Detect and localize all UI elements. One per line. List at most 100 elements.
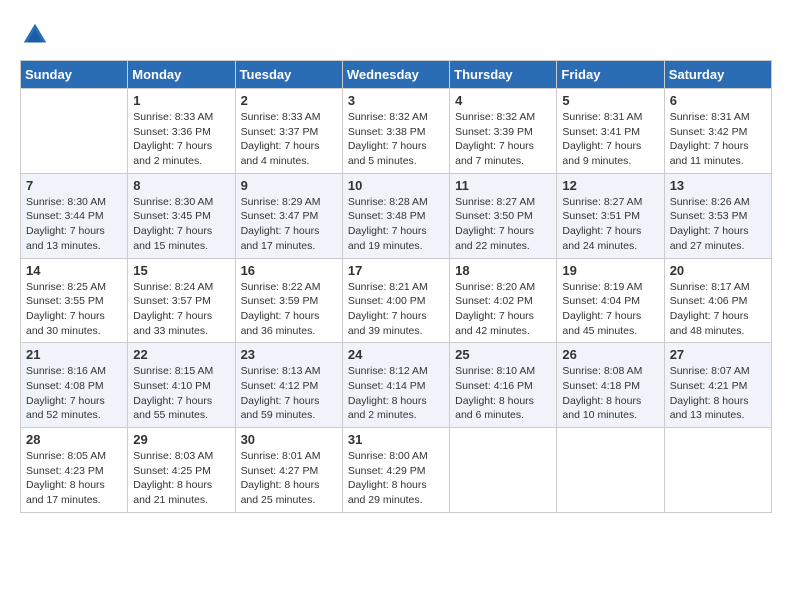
day-number: 14 [26,263,122,278]
day-info: Sunrise: 8:32 AM Sunset: 3:38 PM Dayligh… [348,110,444,169]
day-cell: 31 Sunrise: 8:00 AM Sunset: 4:29 PM Dayli… [342,428,449,513]
day-info: Sunrise: 8:10 AM Sunset: 4:16 PM Dayligh… [455,364,551,423]
day-cell: 9 Sunrise: 8:29 AM Sunset: 3:47 PM Daylig… [235,173,342,258]
day-info: Sunrise: 8:01 AM Sunset: 4:27 PM Dayligh… [241,449,337,508]
day-info: Sunrise: 8:28 AM Sunset: 3:48 PM Dayligh… [348,195,444,254]
day-info: Sunrise: 8:31 AM Sunset: 3:41 PM Dayligh… [562,110,658,169]
day-info: Sunrise: 8:20 AM Sunset: 4:02 PM Dayligh… [455,280,551,339]
day-number: 22 [133,347,229,362]
day-cell: 14Sunrise: 8:25 AM Sunset: 3:55 PM Dayli… [21,258,128,343]
day-info: Sunrise: 8:00 AM Sunset: 4:29 PM Dayligh… [348,449,444,508]
day-cell: 18 Sunrise: 8:20 AM Sunset: 4:02 PM Dayli… [450,258,557,343]
day-info: Sunrise: 8:27 AM Sunset: 3:50 PM Dayligh… [455,195,551,254]
logo [20,20,54,50]
day-cell: 17 Sunrise: 8:21 AM Sunset: 4:00 PM Dayli… [342,258,449,343]
day-number: 27 [670,347,766,362]
column-header-monday: Monday [128,61,235,89]
day-cell: 29 Sunrise: 8:03 AM Sunset: 4:25 PM Dayli… [128,428,235,513]
day-info: Sunrise: 8:33 AM Sunset: 3:37 PM Dayligh… [241,110,337,169]
day-number: 13 [670,178,766,193]
day-number: 1 [133,93,229,108]
day-info: Sunrise: 8:05 AM Sunset: 4:23 PM Dayligh… [26,449,122,508]
day-number: 11 [455,178,551,193]
column-header-sunday: Sunday [21,61,128,89]
day-cell: 13 Sunrise: 8:26 AM Sunset: 3:53 PM Dayli… [664,173,771,258]
day-number: 6 [670,93,766,108]
day-info: Sunrise: 8:24 AM Sunset: 3:57 PM Dayligh… [133,280,229,339]
day-number: 8 [133,178,229,193]
column-header-saturday: Saturday [664,61,771,89]
day-number: 21 [26,347,122,362]
day-info: Sunrise: 8:26 AM Sunset: 3:53 PM Dayligh… [670,195,766,254]
day-cell: 10 Sunrise: 8:28 AM Sunset: 3:48 PM Dayli… [342,173,449,258]
day-info: Sunrise: 8:15 AM Sunset: 4:10 PM Dayligh… [133,364,229,423]
day-cell: 7 Sunrise: 8:30 AM Sunset: 3:44 PM Daylig… [21,173,128,258]
day-info: Sunrise: 8:29 AM Sunset: 3:47 PM Dayligh… [241,195,337,254]
day-number: 24 [348,347,444,362]
day-cell: 16 Sunrise: 8:22 AM Sunset: 3:59 PM Dayli… [235,258,342,343]
day-info: Sunrise: 8:07 AM Sunset: 4:21 PM Dayligh… [670,364,766,423]
day-cell: 24Sunrise: 8:12 AM Sunset: 4:14 PM Dayli… [342,343,449,428]
day-cell: 27 Sunrise: 8:07 AM Sunset: 4:21 PM Dayli… [664,343,771,428]
day-cell: 22 Sunrise: 8:15 AM Sunset: 4:10 PM Dayli… [128,343,235,428]
day-number: 25 [455,347,551,362]
day-info: Sunrise: 8:03 AM Sunset: 4:25 PM Dayligh… [133,449,229,508]
day-cell: 20 Sunrise: 8:17 AM Sunset: 4:06 PM Dayli… [664,258,771,343]
day-cell: 26 Sunrise: 8:08 AM Sunset: 4:18 PM Dayli… [557,343,664,428]
day-cell: 6 Sunrise: 8:31 AM Sunset: 3:42 PM Daylig… [664,89,771,174]
day-info: Sunrise: 8:22 AM Sunset: 3:59 PM Dayligh… [241,280,337,339]
day-info: Sunrise: 8:30 AM Sunset: 3:44 PM Dayligh… [26,195,122,254]
day-number: 29 [133,432,229,447]
day-info: Sunrise: 8:21 AM Sunset: 4:00 PM Dayligh… [348,280,444,339]
day-cell: 15Sunrise: 8:24 AM Sunset: 3:57 PM Dayli… [128,258,235,343]
week-row-3: 14Sunrise: 8:25 AM Sunset: 3:55 PM Dayli… [21,258,772,343]
day-number: 2 [241,93,337,108]
day-cell: 21 Sunrise: 8:16 AM Sunset: 4:08 PM Dayli… [21,343,128,428]
day-number: 16 [241,263,337,278]
day-number: 30 [241,432,337,447]
day-number: 19 [562,263,658,278]
day-number: 23 [241,347,337,362]
day-cell: 2 Sunrise: 8:33 AM Sunset: 3:37 PM Daylig… [235,89,342,174]
day-cell: 4Sunrise: 8:32 AM Sunset: 3:39 PM Daylig… [450,89,557,174]
day-cell: 1 Sunrise: 8:33 AM Sunset: 3:36 PM Daylig… [128,89,235,174]
column-header-tuesday: Tuesday [235,61,342,89]
day-cell: 19 Sunrise: 8:19 AM Sunset: 4:04 PM Dayli… [557,258,664,343]
day-cell: 23 Sunrise: 8:13 AM Sunset: 4:12 PM Dayli… [235,343,342,428]
day-number: 26 [562,347,658,362]
day-cell: 30 Sunrise: 8:01 AM Sunset: 4:27 PM Dayli… [235,428,342,513]
day-info: Sunrise: 8:30 AM Sunset: 3:45 PM Dayligh… [133,195,229,254]
day-number: 17 [348,263,444,278]
column-header-wednesday: Wednesday [342,61,449,89]
day-info: Sunrise: 8:13 AM Sunset: 4:12 PM Dayligh… [241,364,337,423]
day-number: 3 [348,93,444,108]
day-info: Sunrise: 8:17 AM Sunset: 4:06 PM Dayligh… [670,280,766,339]
day-info: Sunrise: 8:33 AM Sunset: 3:36 PM Dayligh… [133,110,229,169]
day-number: 10 [348,178,444,193]
day-number: 12 [562,178,658,193]
day-cell: 11 Sunrise: 8:27 AM Sunset: 3:50 PM Dayli… [450,173,557,258]
day-info: Sunrise: 8:27 AM Sunset: 3:51 PM Dayligh… [562,195,658,254]
day-cell: 28 Sunrise: 8:05 AM Sunset: 4:23 PM Dayli… [21,428,128,513]
page-header [20,20,772,50]
day-cell [664,428,771,513]
week-row-2: 7 Sunrise: 8:30 AM Sunset: 3:44 PM Daylig… [21,173,772,258]
day-cell: 8 Sunrise: 8:30 AM Sunset: 3:45 PM Daylig… [128,173,235,258]
day-number: 20 [670,263,766,278]
day-number: 18 [455,263,551,278]
day-info: Sunrise: 8:31 AM Sunset: 3:42 PM Dayligh… [670,110,766,169]
logo-icon [20,20,50,50]
day-cell: 25 Sunrise: 8:10 AM Sunset: 4:16 PM Dayli… [450,343,557,428]
day-cell [557,428,664,513]
day-cell: 5 Sunrise: 8:31 AM Sunset: 3:41 PM Daylig… [557,89,664,174]
week-row-5: 28 Sunrise: 8:05 AM Sunset: 4:23 PM Dayli… [21,428,772,513]
day-info: Sunrise: 8:08 AM Sunset: 4:18 PM Dayligh… [562,364,658,423]
day-number: 9 [241,178,337,193]
day-info: Sunrise: 8:16 AM Sunset: 4:08 PM Dayligh… [26,364,122,423]
day-number: 28 [26,432,122,447]
day-number: 7 [26,178,122,193]
day-number: 31 [348,432,444,447]
day-info: Sunrise: 8:19 AM Sunset: 4:04 PM Dayligh… [562,280,658,339]
day-cell: 12 Sunrise: 8:27 AM Sunset: 3:51 PM Dayli… [557,173,664,258]
day-number: 5 [562,93,658,108]
